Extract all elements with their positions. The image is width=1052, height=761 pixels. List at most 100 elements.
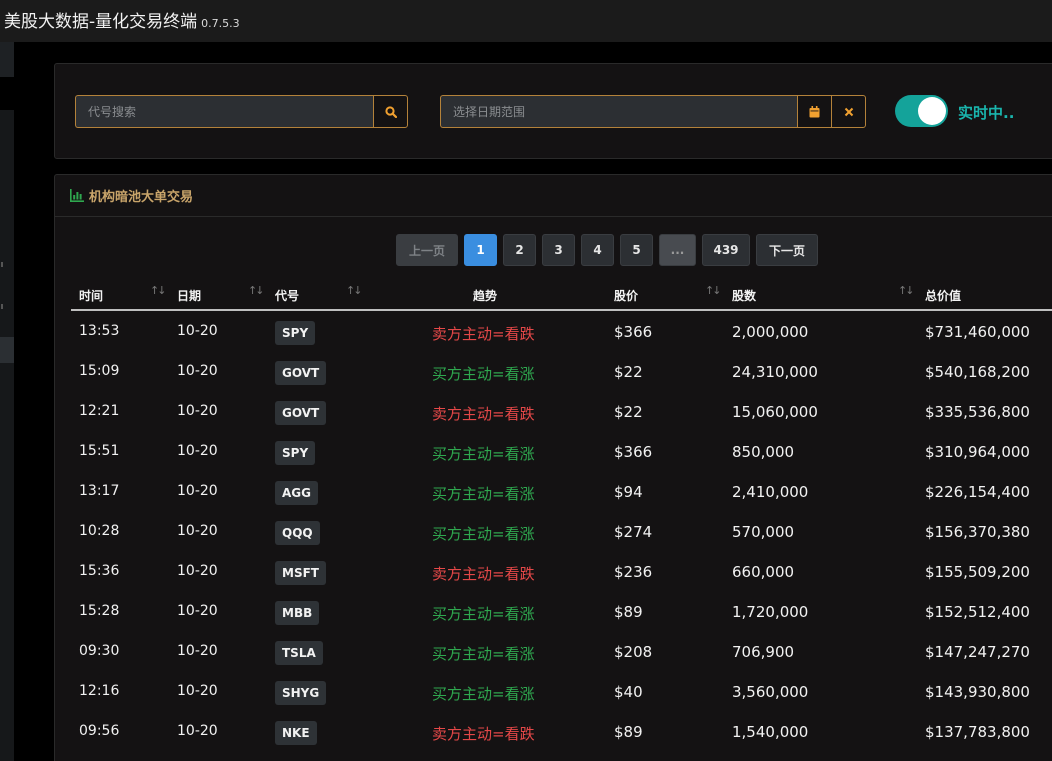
ticker-badge[interactable]: AGG (275, 481, 318, 505)
header-trend: 趋势 (473, 289, 498, 303)
cell-shares: 1,540,000 (732, 723, 809, 741)
header-time[interactable]: 时间 (79, 287, 103, 304)
page-button-2[interactable]: 2 (503, 234, 537, 266)
cell-date: 10-20 (177, 403, 218, 419)
prev-page-button[interactable]: 上一页 (396, 234, 459, 266)
table-row[interactable]: 10:28 10-20 QQQ 买方主动=看涨 $274 570,000 $156,370,… (71, 512, 1052, 552)
cell-time: 09:30 (79, 643, 120, 659)
ticker-badge[interactable]: NKE (275, 721, 317, 745)
search-button[interactable] (373, 95, 408, 128)
sidebar-expand-icon[interactable] (0, 262, 3, 267)
cell-date: 10-20 (177, 563, 218, 579)
cell-total: $155,509,200 (925, 563, 1030, 581)
cell-trend: 买方主动=看涨 (432, 485, 535, 503)
cell-price: $22 (614, 403, 643, 421)
cell-trend: 卖方主动=看跌 (432, 325, 535, 343)
cell-total: $143,930,800 (925, 683, 1030, 701)
cell-total: $731,460,000 (925, 323, 1030, 341)
cell-total: $156,370,380 (925, 523, 1030, 541)
header-price[interactable]: 股价 (614, 287, 638, 304)
table-row[interactable]: 13:17 10-20 AGG 买方主动=看涨 $94 2,410,000 $226,154… (71, 472, 1052, 512)
cell-time: 12:16 (79, 683, 120, 699)
table-row[interactable]: 15:28 10-20 MBB 买方主动=看涨 $89 1,720,000 $152,512… (71, 592, 1052, 632)
panel-title: 机构暗池大单交易 (89, 190, 194, 205)
cell-price: $94 (614, 483, 643, 501)
cell-trend: 买方主动=看涨 (432, 365, 535, 383)
cell-time: 09:56 (79, 723, 120, 739)
sidebar-expand-icon[interactable] (0, 304, 3, 309)
sidebar-top-block (0, 42, 14, 77)
page-button-1[interactable]: 1 (464, 234, 498, 266)
bar-chart-icon (70, 189, 84, 202)
ticker-badge[interactable]: TSLA (275, 641, 323, 665)
realtime-toggle[interactable] (895, 95, 948, 127)
page-button-3[interactable]: 3 (542, 234, 576, 266)
calendar-icon (809, 105, 820, 117)
cell-date: 10-20 (177, 723, 218, 739)
ticker-badge[interactable]: SHYG (275, 681, 327, 705)
cell-total: $147,247,270 (925, 643, 1030, 661)
cell-shares: 24,310,000 (732, 363, 818, 381)
clear-date-button[interactable] (831, 95, 866, 128)
header-total[interactable]: 总价值 (925, 287, 961, 304)
cell-time: 13:53 (79, 323, 120, 339)
ticker-badge[interactable]: SPY (275, 321, 316, 345)
table-row[interactable]: 12:21 10-20 GOVT 卖方主动=看跌 $22 15,060,000 $335,5… (71, 392, 1052, 432)
ticker-badge[interactable]: QQQ (275, 521, 320, 545)
realtime-label: 实时中.. (958, 104, 1015, 122)
cell-trend: 卖方主动=看跌 (432, 565, 535, 583)
sort-icon[interactable]: ↑↓ (346, 284, 363, 297)
app-version: 0.7.5.3 (201, 17, 240, 30)
table-row[interactable]: 15:09 10-20 GOVT 买方主动=看涨 $22 24,310,000 $540,1… (71, 352, 1052, 392)
cell-total: $152,512,400 (925, 603, 1030, 621)
cell-shares: 3,560,000 (732, 683, 809, 701)
cell-total: $310,964,000 (925, 443, 1030, 461)
code-search-group (75, 95, 408, 128)
cell-trend: 买方主动=看涨 (432, 645, 535, 663)
page-button-4[interactable]: 4 (581, 234, 615, 266)
cell-trend: 买方主动=看涨 (432, 605, 535, 623)
table-row[interactable]: 15:36 10-20 MSFT 卖方主动=看跌 $236 660,000 $155,509… (71, 552, 1052, 592)
cell-total: $540,168,200 (925, 363, 1030, 381)
cell-date: 10-20 (177, 523, 218, 539)
ticker-badge[interactable]: GOVT (275, 401, 327, 425)
cell-shares: 2,000,000 (732, 323, 809, 341)
cell-time: 12:21 (79, 403, 120, 419)
code-search-input[interactable] (75, 95, 373, 128)
ticker-badge[interactable]: MBB (275, 601, 320, 625)
date-range-input[interactable] (440, 95, 797, 128)
sort-icon[interactable]: ↑↓ (150, 284, 167, 297)
page-button-5[interactable]: 5 (620, 234, 654, 266)
ticker-badge[interactable]: MSFT (275, 561, 326, 585)
cell-total: $335,536,800 (925, 403, 1030, 421)
pagination: 上一页 1 2 3 4 5 ... 439 下一页 (396, 234, 824, 266)
next-page-button[interactable]: 下一页 (756, 234, 819, 266)
cell-date: 10-20 (177, 443, 218, 459)
header-date[interactable]: 日期 (177, 287, 201, 304)
table-row[interactable]: 15:51 10-20 SPY 买方主动=看涨 $366 850,000 $310,964,… (71, 432, 1052, 472)
cell-date: 10-20 (177, 643, 218, 659)
calendar-button[interactable] (797, 95, 831, 128)
table-row[interactable]: 09:56 10-20 NKE 卖方主动=看跌 $89 1,540,000 $137,783… (71, 712, 1052, 752)
sidebar-menu (0, 110, 14, 761)
sort-icon[interactable]: ↑↓ (898, 284, 915, 297)
cell-shares: 570,000 (732, 523, 795, 541)
cell-shares: 15,060,000 (732, 403, 818, 421)
ticker-badge[interactable]: SPY (275, 441, 316, 465)
table-row[interactable]: 12:16 10-20 SHYG 买方主动=看涨 $40 3,560,000 $143,93… (71, 672, 1052, 712)
table-row[interactable]: 09:30 10-20 TSLA 买方主动=看涨 $208 706,900 $147,247… (71, 632, 1052, 672)
sidebar-item-active[interactable] (0, 337, 14, 363)
header-shares[interactable]: 股数 (732, 287, 756, 304)
cell-price: $22 (614, 363, 643, 381)
header-code[interactable]: 代号 (275, 287, 299, 304)
table-row[interactable]: 13:53 10-20 SPY 卖方主动=看跌 $366 2,000,000 $731,46… (71, 312, 1052, 352)
sort-icon[interactable]: ↑↓ (705, 284, 722, 297)
ticker-badge[interactable]: GOVT (275, 361, 327, 385)
sort-icon[interactable]: ↑↓ (248, 284, 265, 297)
table-header: 时间 ↑↓ 日期 ↑↓ 代号 ↑↓ 趋势 股价 ↑↓ 股数 ↑↓ 总价值 (71, 275, 1052, 311)
cell-time: 15:36 (79, 563, 120, 579)
table-body: 13:53 10-20 SPY 卖方主动=看跌 $366 2,000,000 $731,46… (71, 312, 1052, 752)
page-button-last[interactable]: 439 (702, 234, 751, 266)
cell-price: $208 (614, 643, 653, 661)
cell-shares: 706,900 (732, 643, 795, 661)
